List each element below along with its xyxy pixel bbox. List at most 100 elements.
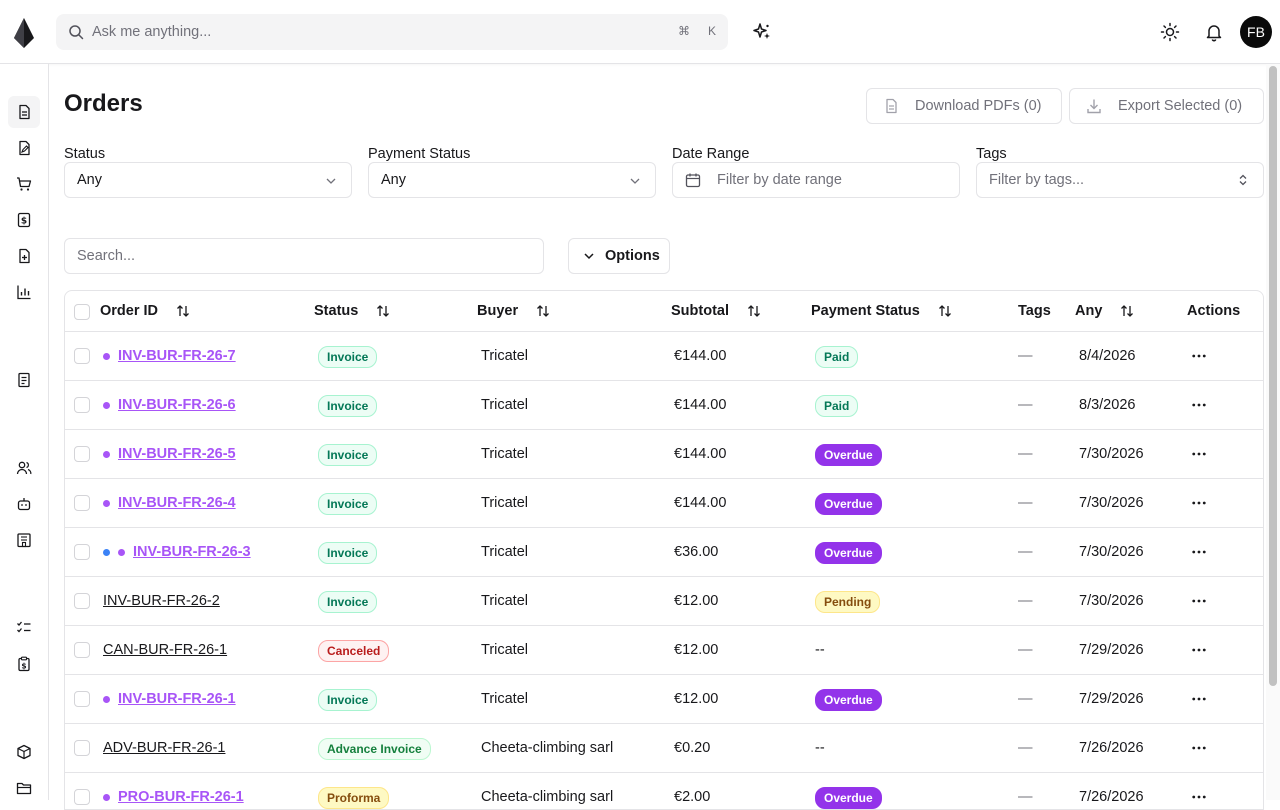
export-selected-button[interactable]: Export Selected (0)	[1069, 88, 1264, 124]
table-row[interactable]: ADV-BUR-FR-26-1 Advance Invoice Cheeta-cli…	[65, 724, 1263, 773]
row-checkbox[interactable]	[74, 593, 90, 609]
row-actions-button[interactable]	[1187, 540, 1211, 564]
order-id-link[interactable]: CAN-BUR-FR-26-1	[103, 642, 227, 658]
order-id-link[interactable]: PRO-BUR-FR-26-1	[118, 789, 244, 805]
rail-orders[interactable]	[8, 96, 40, 128]
ask-search-bar[interactable]: ⌘ K	[56, 14, 728, 50]
order-id-link[interactable]: INV-BUR-FR-26-4	[118, 495, 236, 511]
row-actions-button[interactable]	[1187, 491, 1211, 515]
theme-sun-icon[interactable]	[1160, 22, 1180, 42]
table-row[interactable]: INV-BUR-FR-26-4 Invoice Tricatel €144.00 Ove…	[65, 479, 1263, 528]
sort-icon[interactable]	[747, 304, 761, 318]
row-actions-button[interactable]	[1187, 638, 1211, 662]
order-id-link[interactable]: INV-BUR-FR-26-1	[118, 691, 236, 707]
row-actions-button[interactable]	[1187, 344, 1211, 368]
row-checkbox[interactable]	[74, 691, 90, 707]
payment-status-badge: Overdue	[815, 542, 882, 564]
users-icon	[16, 461, 32, 475]
row-actions-button[interactable]	[1187, 442, 1211, 466]
row-checkbox[interactable]	[74, 446, 90, 462]
rail-clipboard[interactable]: $	[8, 648, 40, 680]
col-buyer[interactable]: Buyer	[477, 303, 550, 319]
sort-icon[interactable]	[536, 304, 550, 318]
row-checkbox[interactable]	[74, 495, 90, 511]
more-horizontal-icon	[1192, 648, 1206, 652]
status-filter-select[interactable]: Any	[64, 162, 352, 198]
sort-icon[interactable]	[938, 304, 952, 318]
order-id-link[interactable]: INV-BUR-FR-26-2	[103, 593, 220, 609]
col-subtotal[interactable]: Subtotal	[671, 303, 761, 319]
col-status[interactable]: Status	[314, 303, 390, 319]
rail-organization[interactable]	[8, 524, 40, 556]
table-row[interactable]: PRO-BUR-FR-26-1 Proforma Cheeta-climbing s…	[65, 773, 1263, 809]
order-id-link[interactable]: INV-BUR-FR-26-6	[118, 397, 236, 413]
table-search-input[interactable]	[77, 248, 517, 264]
rail-edit-document[interactable]	[8, 132, 40, 164]
table-search[interactable]	[64, 238, 544, 274]
sparkles-icon[interactable]	[752, 22, 772, 42]
order-id-link[interactable]: INV-BUR-FR-26-7	[118, 348, 236, 364]
row-checkbox[interactable]	[74, 642, 90, 658]
table-row[interactable]: INV-BUR-FR-26-7 Invoice Tricatel €144.00 Pai…	[65, 332, 1263, 381]
download-pdfs-button[interactable]: Download PDFs (0)	[866, 88, 1062, 124]
ask-input[interactable]	[92, 24, 652, 40]
more-horizontal-icon	[1192, 746, 1206, 750]
table-row[interactable]: INV-BUR-FR-26-3 Invoice Tricatel €36.00 Over…	[65, 528, 1263, 577]
table-row[interactable]: INV-BUR-FR-26-6 Invoice Tricatel €144.00 Pai…	[65, 381, 1263, 430]
row-actions-button[interactable]	[1187, 736, 1211, 760]
rail-cart[interactable]	[8, 168, 40, 200]
order-id-cell: INV-BUR-FR-26-5	[103, 446, 236, 462]
table-row[interactable]: INV-BUR-FR-26-5 Invoice Tricatel €144.00 Ove…	[65, 430, 1263, 479]
table-row[interactable]: INV-BUR-FR-26-2 Invoice Tricatel €12.00 Pend…	[65, 577, 1263, 626]
rail-products[interactable]	[8, 736, 40, 768]
rail-billing[interactable]: $	[8, 204, 40, 236]
col-date[interactable]: Any	[1075, 303, 1134, 319]
status-dot	[103, 548, 110, 556]
rail-new-document[interactable]	[8, 240, 40, 272]
order-id-link[interactable]: ADV-BUR-FR-26-1	[103, 740, 225, 756]
logo-icon[interactable]	[14, 18, 34, 48]
col-order-id[interactable]: Order ID	[100, 303, 190, 319]
rail-files[interactable]	[8, 772, 40, 804]
date-cell: 7/30/2026	[1079, 544, 1144, 560]
row-checkbox[interactable]	[74, 789, 90, 805]
buyer-cell: Tricatel	[481, 544, 528, 560]
col-payment-status[interactable]: Payment Status	[811, 303, 952, 319]
file-icon	[886, 98, 897, 114]
date-range-placeholder: Filter by date range	[717, 172, 842, 188]
sort-icon[interactable]	[176, 304, 190, 318]
row-actions-button[interactable]	[1187, 687, 1211, 711]
table-row[interactable]: CAN-BUR-FR-26-1 Canceled Tricatel €12.00 -- —…	[65, 626, 1263, 675]
row-checkbox[interactable]	[74, 348, 90, 364]
tags-cell: —	[1018, 691, 1033, 707]
row-actions-button[interactable]	[1187, 785, 1211, 809]
row-checkbox[interactable]	[74, 544, 90, 560]
tags-filter-select[interactable]: Filter by tags...	[976, 162, 1264, 198]
bell-icon[interactable]	[1204, 22, 1224, 42]
page-scrollbar[interactable]	[1266, 64, 1280, 800]
row-actions-button[interactable]	[1187, 589, 1211, 613]
row-checkbox[interactable]	[74, 740, 90, 756]
rail-automation[interactable]	[8, 488, 40, 520]
scrollbar-thumb[interactable]	[1269, 66, 1277, 686]
rail-users[interactable]	[8, 452, 40, 484]
rail-tasks[interactable]	[8, 612, 40, 644]
tags-cell: —	[1018, 544, 1033, 560]
payment-status-text: --	[815, 740, 825, 756]
rail-reports[interactable]	[8, 276, 40, 308]
avatar[interactable]: FB	[1240, 16, 1272, 48]
select-all-checkbox[interactable]	[74, 304, 90, 320]
sort-icon[interactable]	[376, 304, 390, 318]
row-actions-button[interactable]	[1187, 393, 1211, 417]
sort-icon[interactable]	[1120, 304, 1134, 318]
payment-filter-select[interactable]: Any	[368, 162, 656, 198]
date-range-picker[interactable]: Filter by date range	[672, 162, 960, 198]
row-checkbox[interactable]	[74, 397, 90, 413]
chevron-up-down-icon	[1239, 174, 1247, 186]
options-button[interactable]: Options	[568, 238, 670, 274]
order-id-link[interactable]: INV-BUR-FR-26-3	[133, 544, 251, 560]
table-row[interactable]: INV-BUR-FR-26-1 Invoice Tricatel €12.00 Over…	[65, 675, 1263, 724]
order-id-link[interactable]: INV-BUR-FR-26-5	[118, 446, 236, 462]
status-badge: Invoice	[318, 346, 378, 368]
rail-receipts[interactable]	[8, 364, 40, 396]
